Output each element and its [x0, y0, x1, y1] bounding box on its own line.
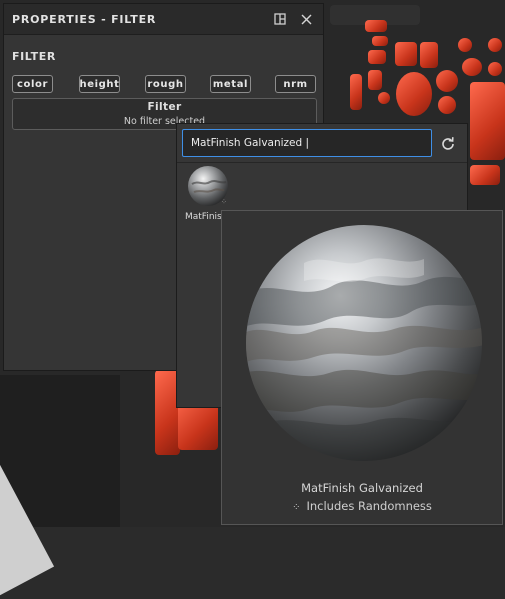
chip-rough[interactable]: rough [145, 75, 186, 93]
preview-sphere [244, 223, 484, 463]
section-label: FILTER [12, 50, 56, 63]
mesh-part [488, 38, 502, 52]
mesh-part [470, 82, 505, 160]
randomness-icon: ⁘ [292, 502, 301, 513]
close-icon[interactable] [297, 10, 315, 28]
chip-color[interactable]: color [12, 75, 53, 93]
mesh-part [462, 58, 482, 76]
mesh-part [470, 165, 500, 185]
chip-height[interactable]: height [79, 75, 120, 93]
channel-chips: color height rough metal nrm [12, 75, 317, 95]
mesh-part [378, 92, 390, 104]
mesh-part [365, 20, 387, 32]
mesh-part [420, 42, 438, 68]
chip-metal[interactable]: metal [210, 75, 251, 93]
mesh-part [395, 42, 417, 66]
randomness-note: ⁘ Includes Randomness [222, 499, 502, 513]
chip-nrm[interactable]: nrm [275, 75, 316, 93]
randomness-icon: ⁘ [221, 198, 227, 206]
search-input[interactable]: MatFinish Galvanized | [182, 129, 432, 157]
search-value: MatFinish Galvanized [191, 137, 303, 149]
refresh-icon[interactable] [439, 135, 457, 153]
preview-name: MatFinish Galvanized [301, 481, 423, 495]
viewport[interactable]: PROPERTIES - FILTER FILTER color height … [0, 0, 505, 599]
mesh-part [368, 50, 386, 64]
filter-header: Filter [147, 101, 182, 113]
mesh-part [436, 70, 458, 92]
mesh-part [438, 96, 456, 114]
thumbnail-label: MatFinish Galvanized [185, 212, 225, 222]
mesh-part [372, 36, 388, 46]
mesh-part [458, 38, 472, 52]
dock-icon[interactable] [271, 10, 289, 28]
panel-title: PROPERTIES - FILTER [12, 12, 157, 26]
mesh-part [396, 72, 432, 116]
filter-preview-tooltip: MatFinish Galvanized ⁘ Includes Randomnes… [221, 210, 503, 525]
mesh-part [368, 70, 382, 90]
panel-titlebar[interactable]: PROPERTIES - FILTER [4, 4, 323, 35]
divider [177, 162, 467, 163]
mesh-part [488, 62, 502, 76]
mesh-part [350, 74, 362, 110]
randomness-label: Includes Randomness [306, 499, 432, 513]
text-caret: | [305, 137, 310, 149]
